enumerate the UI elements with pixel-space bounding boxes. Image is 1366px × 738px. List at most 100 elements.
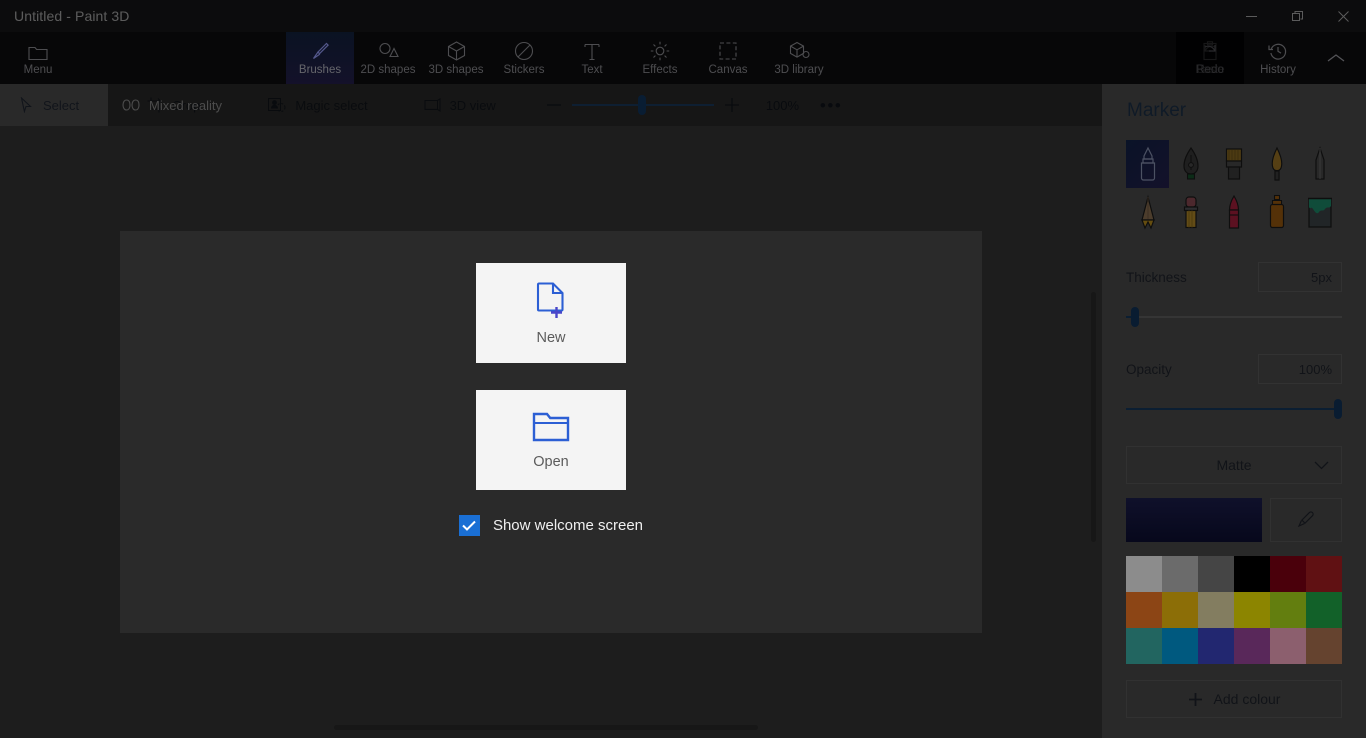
oil-brush-icon [1221, 146, 1247, 182]
brush-marker[interactable] [1126, 140, 1169, 188]
zoom-slider[interactable] [572, 84, 714, 126]
open-card[interactable]: Open [476, 390, 626, 490]
add-colour-button[interactable]: Add colour [1126, 680, 1342, 718]
colour-swatch[interactable] [1306, 556, 1342, 592]
select-tool[interactable]: Select [6, 84, 93, 126]
tab-brushes-label: Brushes [299, 64, 341, 76]
colour-swatch[interactable] [1162, 592, 1198, 628]
checkmark-icon [462, 520, 476, 531]
current-colour-swatch[interactable] [1126, 498, 1262, 542]
show-welcome-checkbox-row[interactable]: Show welcome screen [459, 515, 643, 536]
opacity-row: Opacity 100% [1126, 354, 1342, 384]
tab-3d-shapes[interactable]: 3D shapes [422, 32, 490, 84]
colour-swatch[interactable] [1234, 556, 1270, 592]
tab-2d-shapes[interactable]: 2D shapes [354, 32, 422, 84]
3d-view-tool[interactable]: 3D view [410, 84, 510, 126]
opacity-value[interactable]: 100% [1258, 354, 1342, 384]
crop-tool[interactable]: Crop [133, 84, 214, 126]
zoom-controls: 100% ••• [536, 84, 843, 126]
tab-text[interactable]: Text [558, 32, 626, 84]
colour-swatch[interactable] [1162, 628, 1198, 664]
zoom-in-button[interactable] [714, 84, 750, 126]
colour-swatch[interactable] [1234, 628, 1270, 664]
zoom-slider-thumb[interactable] [638, 95, 646, 115]
eyedropper-button[interactable] [1270, 498, 1342, 542]
colour-swatch[interactable] [1198, 556, 1234, 592]
colour-swatch[interactable] [1270, 628, 1306, 664]
history-button[interactable]: History [1244, 32, 1312, 84]
colour-swatch[interactable] [1306, 628, 1342, 664]
brush-spray-can[interactable] [1256, 188, 1299, 236]
history-icon [1268, 41, 1288, 61]
chevron-up-icon [1326, 52, 1346, 64]
thickness-slider-thumb[interactable] [1131, 307, 1139, 327]
ribbon-menu-button[interactable]: Menu [6, 32, 70, 84]
tab-stickers-label: Stickers [504, 64, 545, 76]
colour-swatch[interactable] [1198, 628, 1234, 664]
colour-swatch[interactable] [1270, 556, 1306, 592]
colour-swatch[interactable] [1126, 592, 1162, 628]
thickness-row: Thickness 5px [1126, 262, 1342, 292]
welcome-dialog: New Open Show welcome screen [120, 231, 982, 633]
3d-cube-icon [447, 41, 466, 61]
window-title: Untitled - Paint 3D [14, 8, 130, 24]
history-label: History [1260, 64, 1296, 76]
chevron-down-icon [1314, 457, 1329, 473]
opacity-slider-thumb[interactable] [1334, 399, 1342, 419]
minimize-icon [1246, 11, 1257, 22]
tab-brushes[interactable]: Brushes [286, 32, 354, 84]
new-card[interactable]: New [476, 263, 626, 363]
colour-swatch[interactable] [1198, 592, 1234, 628]
spray-can-icon [1264, 194, 1290, 230]
brush-crayon[interactable] [1212, 188, 1255, 236]
watercolour-brush-icon [1264, 146, 1290, 182]
zoom-level-label: 100% [766, 98, 806, 113]
thickness-slider[interactable] [1126, 306, 1342, 328]
colour-swatch[interactable] [1162, 556, 1198, 592]
thickness-label: Thickness [1126, 270, 1187, 285]
colour-swatch[interactable] [1234, 592, 1270, 628]
open-folder-icon [531, 410, 571, 444]
brush-watercolour[interactable] [1256, 140, 1299, 188]
colour-swatch[interactable] [1126, 628, 1162, 664]
horizontal-scrollbar[interactable] [334, 725, 758, 730]
colour-swatch[interactable] [1270, 592, 1306, 628]
magic-select-tool[interactable]: Magic select [254, 84, 381, 126]
brush-icon [310, 41, 330, 61]
material-value: Matte [1216, 457, 1251, 473]
ribbon-tabs: Brushes 2D shapes 3D shapes [286, 32, 836, 84]
more-options-button[interactable]: ••• [820, 97, 843, 114]
vertical-scrollbar[interactable] [1091, 292, 1096, 542]
calligraphy-pen-icon [1178, 146, 1204, 182]
brush-eraser[interactable] [1169, 188, 1212, 236]
folder-icon [28, 41, 48, 61]
magic-select-icon [268, 98, 286, 113]
ribbon-collapse-button[interactable] [1312, 32, 1360, 84]
maximize-button[interactable] [1274, 0, 1320, 32]
colour-swatch[interactable] [1306, 592, 1342, 628]
select-tool-label: Select [43, 98, 79, 113]
thickness-value[interactable]: 5px [1258, 262, 1342, 292]
minimize-button[interactable] [1228, 0, 1274, 32]
brush-pencil[interactable] [1126, 188, 1169, 236]
tab-effects[interactable]: Effects [626, 32, 694, 84]
brush-pixel-pen[interactable] [1299, 140, 1342, 188]
material-select[interactable]: Matte [1126, 446, 1342, 484]
opacity-slider[interactable] [1126, 398, 1342, 420]
tab-stickers[interactable]: Stickers [490, 32, 558, 84]
zoom-out-button[interactable] [536, 84, 572, 126]
colour-swatch[interactable] [1126, 556, 1162, 592]
brush-fill-bucket[interactable] [1299, 188, 1342, 236]
show-welcome-label: Show welcome screen [493, 517, 643, 534]
tab-canvas[interactable]: Canvas [694, 32, 762, 84]
brush-calligraphy-pen[interactable] [1169, 140, 1212, 188]
paste-button[interactable]: Paste [1176, 32, 1244, 84]
plus-icon [1188, 692, 1203, 707]
3d-view-label: 3D view [450, 98, 496, 113]
show-welcome-checkbox[interactable] [459, 515, 480, 536]
magic-select-label: Magic select [295, 98, 367, 113]
close-button[interactable] [1320, 0, 1366, 32]
brush-oil-brush[interactable] [1212, 140, 1255, 188]
plus-icon [723, 96, 741, 114]
tab-3d-library[interactable]: 3D library [762, 32, 836, 84]
